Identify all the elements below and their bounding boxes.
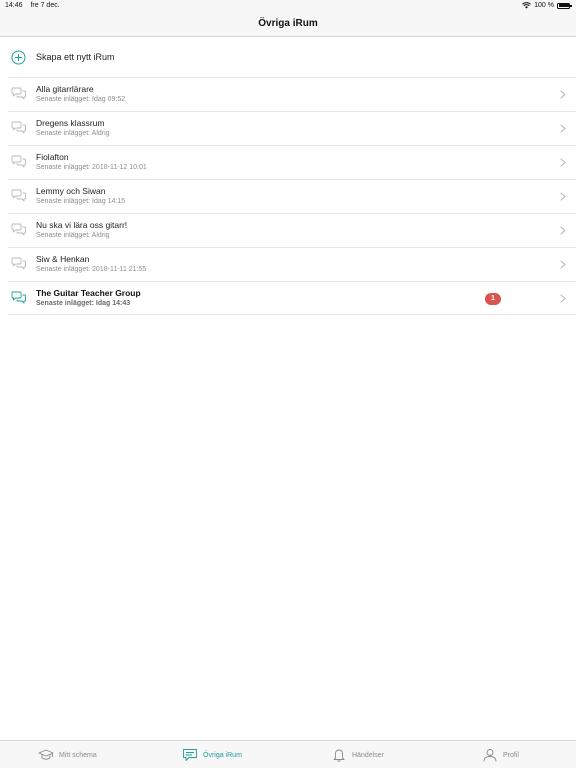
chat-bubbles-icon — [11, 121, 26, 134]
room-list-item[interactable]: Siw & Henkan Senaste inlägget: 2018-11-11… — [8, 247, 576, 281]
chevron-right-icon — [560, 192, 566, 201]
navigation-bar: Övriga iRum — [0, 12, 576, 37]
chevron-right-icon — [560, 294, 566, 303]
chat-bubbles-icon — [11, 223, 26, 236]
room-name: Siw & Henkan — [36, 254, 90, 264]
chevron-right-icon — [560, 124, 566, 133]
chat-bubbles-icon — [11, 87, 26, 100]
room-last-post: Senaste inlägget: 2018-11-11 21:55 — [36, 266, 147, 273]
create-room-label: Skapa ett nytt iRum — [36, 52, 115, 62]
bell-icon — [333, 749, 345, 762]
tab-label: Profil — [503, 751, 519, 759]
create-room-button[interactable]: Skapa ett nytt iRum — [0, 43, 576, 73]
chat-icon — [183, 749, 197, 761]
room-list-item[interactable]: Alla gitarrlärare Senaste inlägget: Idag … — [8, 77, 576, 111]
room-list-item[interactable]: Dregens klassrum Senaste inlägget: Aldrig — [8, 111, 576, 145]
status-bar: 14:46 fre 7 dec. 100 % — [0, 0, 576, 12]
room-list-item[interactable]: Fiolafton Senaste inlägget: 2018-11-12 10… — [8, 145, 576, 179]
chat-bubbles-icon — [11, 189, 26, 202]
chevron-right-icon — [560, 90, 566, 99]
plus-circle-icon — [11, 50, 26, 65]
room-list-item[interactable]: Lemmy och Siwan Senaste inlägget: Idag 14… — [8, 179, 576, 213]
tab-profil[interactable]: Profil — [482, 741, 519, 768]
chevron-right-icon — [560, 226, 566, 235]
room-last-post: Senaste inlägget: Idag 14:15 — [36, 198, 126, 205]
tab-mitt-schema[interactable]: Mitt schema — [38, 741, 97, 768]
chevron-right-icon — [560, 158, 566, 167]
room-last-post: Senaste inlägget: 2018-11-12 10:01 — [36, 164, 147, 171]
tab-bar: Mitt schema Övriga iRum Händelser Profil — [0, 740, 576, 768]
status-right: 100 % — [522, 2, 572, 9]
status-date: fre 7 dec. — [30, 2, 60, 9]
tab-label: Händelser — [352, 751, 384, 759]
page-title: Övriga iRum — [258, 18, 318, 29]
tab-label: Övriga iRum — [203, 751, 242, 759]
chevron-right-icon — [560, 260, 566, 269]
room-list: Alla gitarrlärare Senaste inlägget: Idag … — [8, 77, 576, 315]
battery-icon — [557, 2, 572, 9]
graduation-cap-icon — [38, 749, 54, 760]
battery-percent: 100 % — [534, 2, 554, 9]
unread-badge: 1 — [485, 293, 501, 305]
wifi-icon — [522, 2, 531, 9]
chat-bubbles-icon — [11, 257, 26, 270]
room-name: Nu ska vi lära oss gitarr! — [36, 220, 128, 230]
room-last-post: Senaste inlägget: Idag 09:52 — [36, 96, 126, 103]
status-left: 14:46 fre 7 dec. — [5, 2, 66, 9]
room-last-post: Senaste inlägget: Aldrig — [36, 130, 110, 137]
room-last-post: Senaste inlägget: Aldrig — [36, 232, 110, 239]
room-name: Alla gitarrlärare — [36, 84, 94, 94]
room-name: Dregens klassrum — [36, 118, 105, 128]
room-list-item[interactable]: The Guitar Teacher Group Senaste inlägget… — [8, 281, 576, 315]
chat-bubbles-icon — [11, 291, 26, 304]
room-name: Lemmy och Siwan — [36, 186, 106, 196]
tab-label: Mitt schema — [59, 751, 97, 759]
room-last-post: Senaste inlägget: Idag 14:43 — [36, 300, 131, 307]
room-list-item[interactable]: Nu ska vi lära oss gitarr! Senaste inlägg… — [8, 213, 576, 247]
room-name: The Guitar Teacher Group — [36, 288, 141, 298]
room-name: Fiolafton — [36, 152, 69, 162]
tab-ovriga-irum[interactable]: Övriga iRum — [182, 741, 242, 768]
tab-handelser[interactable]: Händelser — [331, 741, 384, 768]
status-time: 14:46 — [5, 2, 23, 9]
user-icon — [483, 749, 497, 762]
chat-bubbles-icon — [11, 155, 26, 168]
